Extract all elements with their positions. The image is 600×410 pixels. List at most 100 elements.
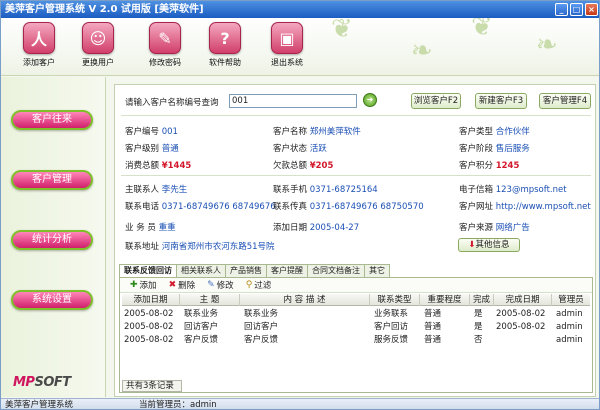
logo: MPSOFT [13,375,71,390]
field-source: 客户来源 网络广告 [459,223,530,233]
exit-button[interactable]: ▣ 退出系统 [263,22,311,72]
search-input[interactable]: 001 [229,94,357,108]
field-contact: 主联系人 李先生 [125,185,188,195]
window-title: 美萍客户管理系统 V 2.0 试用版 [美萍软件] [5,4,204,15]
field-name: 客户名称 郑州美萍软件 [273,127,361,137]
column-header[interactable]: 重要程度 [420,294,470,306]
tab-feedback[interactable]: 联系反馈回访 [119,264,177,278]
other-info-button[interactable]: ⬇其他信息 [458,238,520,252]
customer-manage-button[interactable]: 客户管理F4 [539,93,591,109]
tab-contacts[interactable]: 相关联系人 [176,264,226,277]
table-cell: 2005-08-02 [496,322,546,332]
status-bar: 美萍客户管理系统 当前管理员：admin [1,398,599,410]
filter-button[interactable]: ⚲ 过滤 [242,279,276,291]
sidebar-item-statistics[interactable]: 统计分析 [11,230,93,250]
delete-record-button[interactable]: ✖ 删除 [165,279,200,291]
toolbar-label: 退出系统 [271,58,303,67]
table-cell: 2005-08-02 [496,309,546,319]
record-toolbar: ✚ 添加 ✖ 删除 ✎ 修改 ⚲ 过滤 [120,278,592,293]
app-window: 美萍客户管理系统 V 2.0 试用版 [美萍软件] _ □ × ❦ ❧ ❦ ❧ … [0,0,600,410]
field-phone: 联系电话 0371-68749676 68749676 [125,202,276,212]
search-prompt: 请输入客户名称编号查询 [125,98,219,108]
tab-documents[interactable]: 合同文档备注 [307,264,365,277]
table-cell: 普通 [424,335,442,345]
table-cell: 服务反馈 [374,335,409,345]
table-cell: 2005-08-02 [124,309,174,319]
maximize-button[interactable]: □ [570,3,583,16]
add-customer-icon: 人 [23,22,55,54]
table-cell: 客户回访 [374,322,409,332]
table-cell: 普通 [424,309,442,319]
help-icon: ? [209,22,241,54]
column-header[interactable]: 管理员 [552,294,590,306]
status-manager: 当前管理员：admin [139,400,217,410]
toolbar-label: 添加客户 [23,58,55,67]
status-app-name: 美萍客户管理系统 [5,400,74,410]
field-id: 客户编号 001 [125,127,178,137]
tab-reminders[interactable]: 客户提醒 [266,264,308,277]
change-password-button[interactable]: ✎ 修改密码 [141,22,189,72]
table-cell: 是 [474,322,483,332]
column-header[interactable]: 联系类型 [370,294,420,306]
toolbar-label: 软件帮助 [209,58,241,67]
table-row[interactable]: 2005-08-02 联系业务 联系业务 业务联系 普通 是 2005-08-0… [122,308,590,320]
table-cell: 回访客户 [184,322,219,332]
close-button[interactable]: × [585,3,598,16]
edit-record-button[interactable]: ✎ 修改 [203,279,238,291]
toolbar-label: 更换用户 [82,58,114,67]
table-row[interactable]: 2005-08-02 客户反馈 客户反馈 服务反馈 普通 否 admin [122,334,590,346]
new-customer-button[interactable]: 新建客户F3 [475,93,527,109]
field-points: 客户积分 1245 [459,161,520,171]
sidebar-item-settings[interactable]: 系统设置 [11,290,93,310]
leaf-decoration-icon: ❦ [331,18,353,44]
table-cell: 客户反馈 [244,335,279,345]
table-cell: 联系业务 [244,309,279,319]
table-cell: 2005-08-02 [124,322,174,332]
add-icon: ✚ [130,280,138,290]
table-cell: 联系业务 [184,309,219,319]
toolbar: ❦ ❧ ❦ ❧ 人 添加客户 ☺ 更换用户 ✎ 修改密码 ? 软件帮助 ▣ 退出… [1,18,599,76]
table-cell: 普通 [424,322,442,332]
field-email: 电子信箱 123@mpsoft.net [459,185,567,195]
table-cell: 回访客户 [244,322,279,332]
field-status: 客户状态 活跃 [273,144,327,154]
filter-icon: ⚲ [245,280,253,290]
field-add-date: 添加日期 2005-04-27 [273,223,360,233]
edit-icon: ✎ [207,280,215,290]
sidebar-item-customer-contacts[interactable]: 客户往来 [11,110,93,130]
arrow-down-icon: ⬇ [468,240,476,250]
record-count: 共有3条记录 [122,380,182,392]
delete-icon: ✖ [168,280,177,290]
tab-sales[interactable]: 产品销售 [225,264,267,277]
search-go-icon[interactable]: ➜ [363,93,377,107]
table-row[interactable]: 2005-08-02 回访客户 回访客户 客户回访 普通 是 2005-08-0… [122,321,590,333]
field-fax: 联系传真 0371-68749676 68750570 [273,202,424,212]
column-header[interactable]: 完成日期 [494,294,552,306]
field-owe: 欠款总额 ¥205 [273,161,334,171]
leaf-decoration-icon: ❦ [471,18,493,42]
switch-user-button[interactable]: ☺ 更换用户 [74,22,122,72]
table-header: 添加日期 主 题 内 容 描 述 联系类型 重要程度 完成 完成日期 管理员 [122,294,590,306]
field-type: 客户类型 合作伙伴 [459,127,530,137]
add-record-button[interactable]: ✚ 添加 [126,279,161,291]
column-header[interactable]: 内 容 描 述 [240,294,370,306]
browse-customers-button[interactable]: 浏览客户F2 [411,93,461,109]
customer-detail-panel: 请输入客户名称编号查询 001 ➜ 浏览客户F2 新建客户F3 客户管理F4 客… [114,84,596,397]
table-cell: 否 [474,335,483,345]
minimize-button[interactable]: _ [555,3,568,16]
tab-other[interactable]: 其它 [364,264,390,277]
column-header[interactable]: 添加日期 [122,294,180,306]
tab-panel: ✚ 添加 ✖ 删除 ✎ 修改 ⚲ 过滤 添加日期 主 题 内 容 描 述 联系类型 重要… [119,277,593,393]
exit-icon: ▣ [271,22,303,54]
field-mobile: 联系手机 0371-68725164 [273,185,378,195]
add-customer-button[interactable]: 人 添加客户 [15,22,63,72]
field-address: 联系地址 河南省郑州市农河东路51号院 [125,242,275,252]
field-salesperson: 业 务 员 重重 [125,223,176,233]
column-header[interactable]: 主 题 [180,294,240,306]
column-header[interactable]: 完成 [470,294,494,306]
field-website: 客户网址 http://www.mpsoft.net [459,202,591,212]
sidebar-item-customer-management[interactable]: 客户管理 [11,170,93,190]
field-level: 客户级别 普通 [125,144,179,154]
table-cell: 是 [474,309,483,319]
help-button[interactable]: ? 软件帮助 [201,22,249,72]
